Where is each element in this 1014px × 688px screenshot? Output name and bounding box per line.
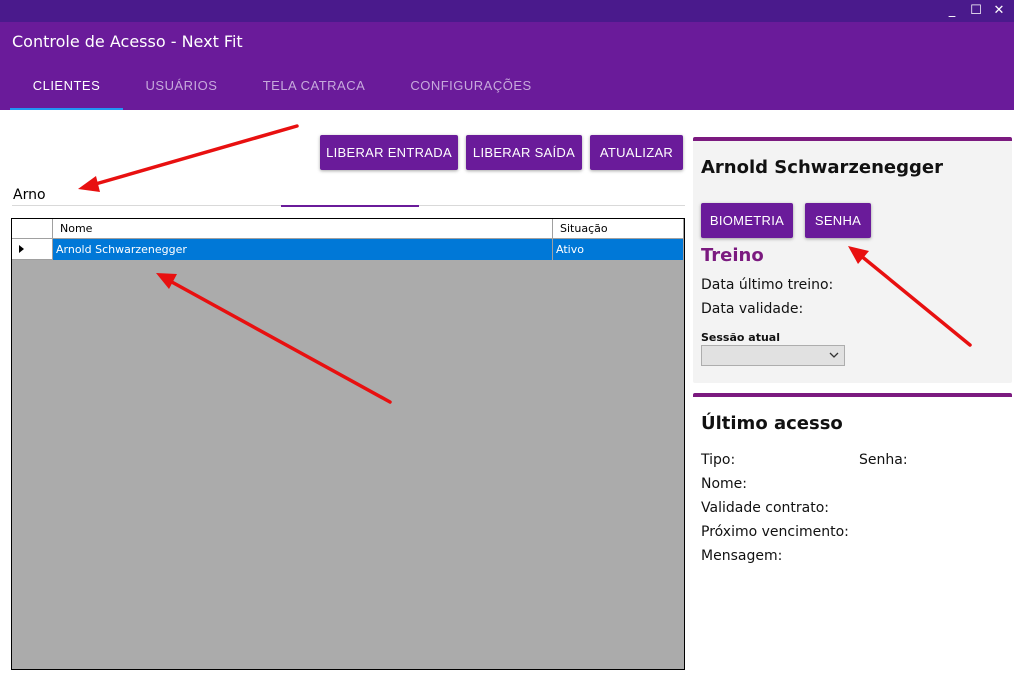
column-header-situacao[interactable]: Situação: [553, 219, 684, 238]
window-titlebar: _ ☐ ✕: [0, 0, 1014, 22]
senha-button[interactable]: SENHA: [805, 203, 871, 238]
tab-tela-catraca-label: TELA CATRACA: [262, 78, 366, 93]
clients-grid[interactable]: Nome Situação Arnold Schwarzenegger Ativ…: [11, 218, 685, 670]
tab-configuracoes-label: CONFIGURAÇÕES: [410, 78, 532, 93]
liberar-entrada-button[interactable]: LIBERAR ENTRADA: [320, 135, 458, 170]
sessao-atual-select[interactable]: [701, 345, 845, 366]
liberar-saida-button[interactable]: LIBERAR SAÍDA: [466, 135, 582, 170]
app-title: Controle de Acesso - Next Fit: [12, 32, 243, 51]
client-name: Arnold Schwarzenegger: [701, 157, 943, 178]
validade-contrato-label: Validade contrato:: [701, 500, 829, 516]
tab-usuarios[interactable]: USUÁRIOS: [133, 62, 230, 110]
active-tab-indicator: [10, 108, 123, 110]
atualizar-button[interactable]: ATUALIZAR: [590, 135, 683, 170]
ultimo-acesso-card: Último acesso Tipo: Senha: Nome: Validad…: [693, 393, 1012, 673]
biometria-button[interactable]: BIOMETRIA: [701, 203, 793, 238]
close-icon[interactable]: ✕: [989, 2, 1009, 20]
tab-clientes-label: CLIENTES: [32, 78, 101, 93]
column-header-nome[interactable]: Nome: [53, 219, 553, 238]
row-pointer-icon: [19, 245, 24, 253]
sessao-atual-label: Sessão atual: [701, 331, 780, 344]
client-card: Arnold Schwarzenegger BIOMETRIA SENHA Tr…: [693, 137, 1012, 383]
cell-nome[interactable]: Arnold Schwarzenegger: [53, 239, 553, 260]
chevron-down-icon: [829, 352, 839, 358]
grid-corner-header: [12, 219, 53, 238]
row-header[interactable]: [12, 239, 53, 260]
maximize-icon[interactable]: ☐: [966, 2, 986, 20]
senha-label: Senha:: [859, 452, 908, 468]
annotation-arrow-search: [78, 124, 299, 192]
tipo-label: Tipo:: [701, 452, 736, 468]
search-focus-indicator: [281, 205, 419, 207]
tab-configuracoes[interactable]: CONFIGURAÇÕES: [402, 62, 540, 110]
client-search-input[interactable]: [12, 184, 685, 206]
app-window: _ ☐ ✕ Controle de Acesso - Next Fit CLIE…: [0, 0, 1014, 688]
tab-tela-catraca[interactable]: TELA CATRACA: [250, 62, 378, 110]
proximo-vencimento-label: Próximo vencimento:: [701, 524, 849, 540]
table-row[interactable]: Arnold Schwarzenegger Ativo: [12, 239, 684, 260]
app-header: Controle de Acesso - Next Fit CLIENTES U…: [0, 22, 1014, 110]
nome-label: Nome:: [701, 476, 748, 492]
tab-clientes[interactable]: CLIENTES: [10, 62, 123, 110]
minimize-icon[interactable]: _: [942, 2, 962, 20]
mensagem-label: Mensagem:: [701, 548, 783, 564]
treino-title: Treino: [701, 245, 764, 266]
data-ultimo-treino-label: Data último treino:: [701, 277, 834, 293]
ultimo-acesso-title: Último acesso: [701, 413, 843, 434]
cell-situacao[interactable]: Ativo: [553, 239, 684, 260]
tab-usuarios-label: USUÁRIOS: [145, 78, 218, 93]
data-validade-label: Data validade:: [701, 301, 804, 317]
grid-header: Nome Situação: [12, 219, 684, 239]
